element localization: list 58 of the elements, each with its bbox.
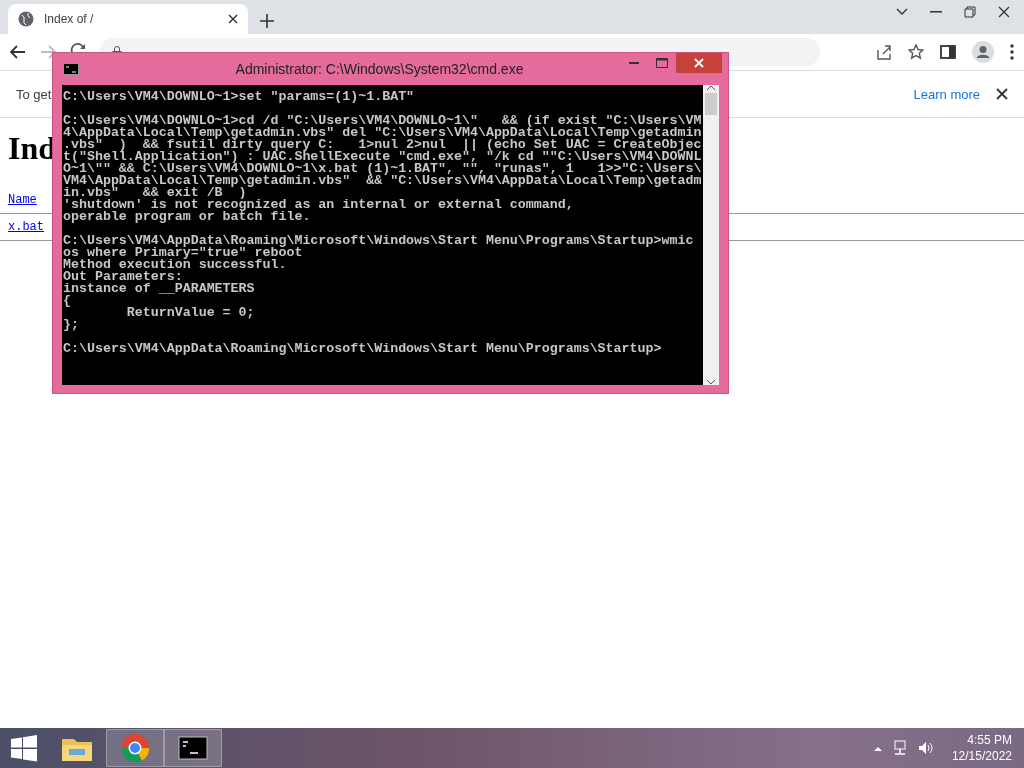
console-icon[interactable]	[178, 736, 208, 760]
restore-icon[interactable]	[964, 6, 976, 18]
windows-icon[interactable]	[10, 734, 38, 762]
new-tab-icon[interactable]	[260, 14, 274, 28]
scrollbar-thumb[interactable]	[705, 93, 717, 115]
console-line: 4\AppData\Local\Temp\getadmin.vbs" del "C:\Users\VM4\AppData\Local\Temp\getadmin	[63, 127, 702, 139]
learn-more-link[interactable]: Learn more	[913, 86, 980, 102]
console-line: Method execution successful.	[63, 259, 287, 271]
volume-icon[interactable]	[917, 741, 934, 755]
console-line: instance of __PARAMETERS	[63, 283, 255, 295]
scroll-down-icon	[706, 379, 716, 385]
console-line: in.vbs" && exit /B )	[63, 187, 247, 199]
network-icon[interactable]	[891, 740, 908, 756]
console-icon	[63, 63, 79, 75]
console-line: os where Primary="true" reboot	[63, 247, 303, 259]
console-line: {	[63, 295, 71, 307]
console-line: C:\Users\VM4\AppData\Roaming\Microsoft\Windows\Start Menu\Programs\Startup>	[63, 343, 662, 355]
share-icon[interactable]	[876, 44, 892, 60]
minimize-icon[interactable]	[629, 61, 639, 65]
console-line: VM4\AppData\Local\Temp\getadmin.vbs" && "C:\Users\VM4\AppData\Local\Temp\getadm	[63, 175, 702, 187]
info-text: To get	[16, 86, 52, 102]
profile-icon[interactable]	[972, 41, 994, 63]
close-button[interactable]	[676, 53, 722, 73]
scrollbar[interactable]	[703, 85, 719, 385]
chrome-icon[interactable]	[120, 733, 150, 763]
console-line: ReturnValue = 0;	[125, 307, 255, 319]
console-line: };	[63, 319, 79, 331]
minimize-icon[interactable]	[930, 11, 942, 13]
taskbar-app[interactable]	[164, 729, 222, 767]
reload-icon[interactable]	[70, 43, 86, 52]
back-icon[interactable]	[10, 45, 26, 59]
console-line: C:\Users\VM4\DOWNLO~1>set "params=(1)~1.BAT"	[63, 91, 415, 103]
console-line: .vbs" ) && fsutil dirty query C: 1>nul 2>nul || (echo Set UAC = CreateObjec	[63, 139, 702, 151]
globe-icon	[18, 11, 34, 27]
star-icon[interactable]	[908, 44, 924, 60]
console-line: operable program or batch file.	[63, 211, 311, 223]
file-link[interactable]: Name	[8, 193, 37, 207]
console-line: C:\Users\VM4\AppData\Roaming\Microsoft\Windows\Start Menu\Programs\Startup>wmic	[63, 235, 694, 247]
sidebar-icon[interactable]	[940, 44, 956, 60]
console-line: t("Shell.Application") : UAC.ShellExecute "cmd.exe", "/k cd ""C:\Users\VM4\DOWNL	[63, 151, 702, 163]
console-line: O~1\"" && C:\Users\VM4\DOWNLO~1\x.bat (1)~1.BAT", "", "runas", 1 1>>"C:\Users\	[63, 163, 702, 175]
scroll-up-icon	[706, 85, 716, 91]
console-line: Out Parameters:	[63, 271, 183, 283]
close-icon[interactable]	[996, 88, 1008, 100]
window-title: Administrator: C:\Windows\System32\cmd.exe	[234, 61, 525, 77]
maximize-icon[interactable]	[656, 58, 668, 68]
clock-date: 12/15/2022	[951, 748, 1012, 764]
browser-tab[interactable]: Index of /	[8, 4, 248, 34]
file-link[interactable]: x.bat	[8, 220, 44, 234]
close-icon[interactable]	[228, 14, 238, 24]
caret-up-icon[interactable]	[873, 745, 882, 751]
console-line: C:\Users\VM4\DOWNLO~1>cd /d "C:\Users\VM4\DOWNLO~1\" && (if exist "C:\Users\VM	[63, 115, 702, 127]
close-icon[interactable]	[998, 6, 1010, 18]
chevron-down-icon[interactable]	[896, 8, 908, 16]
close-icon	[694, 58, 704, 68]
menu-icon[interactable]	[1010, 44, 1014, 60]
clock-time: 4:55 PM	[967, 732, 1012, 748]
console-line: 'shutdown' is not recognized as an internal or external command,	[63, 199, 574, 211]
